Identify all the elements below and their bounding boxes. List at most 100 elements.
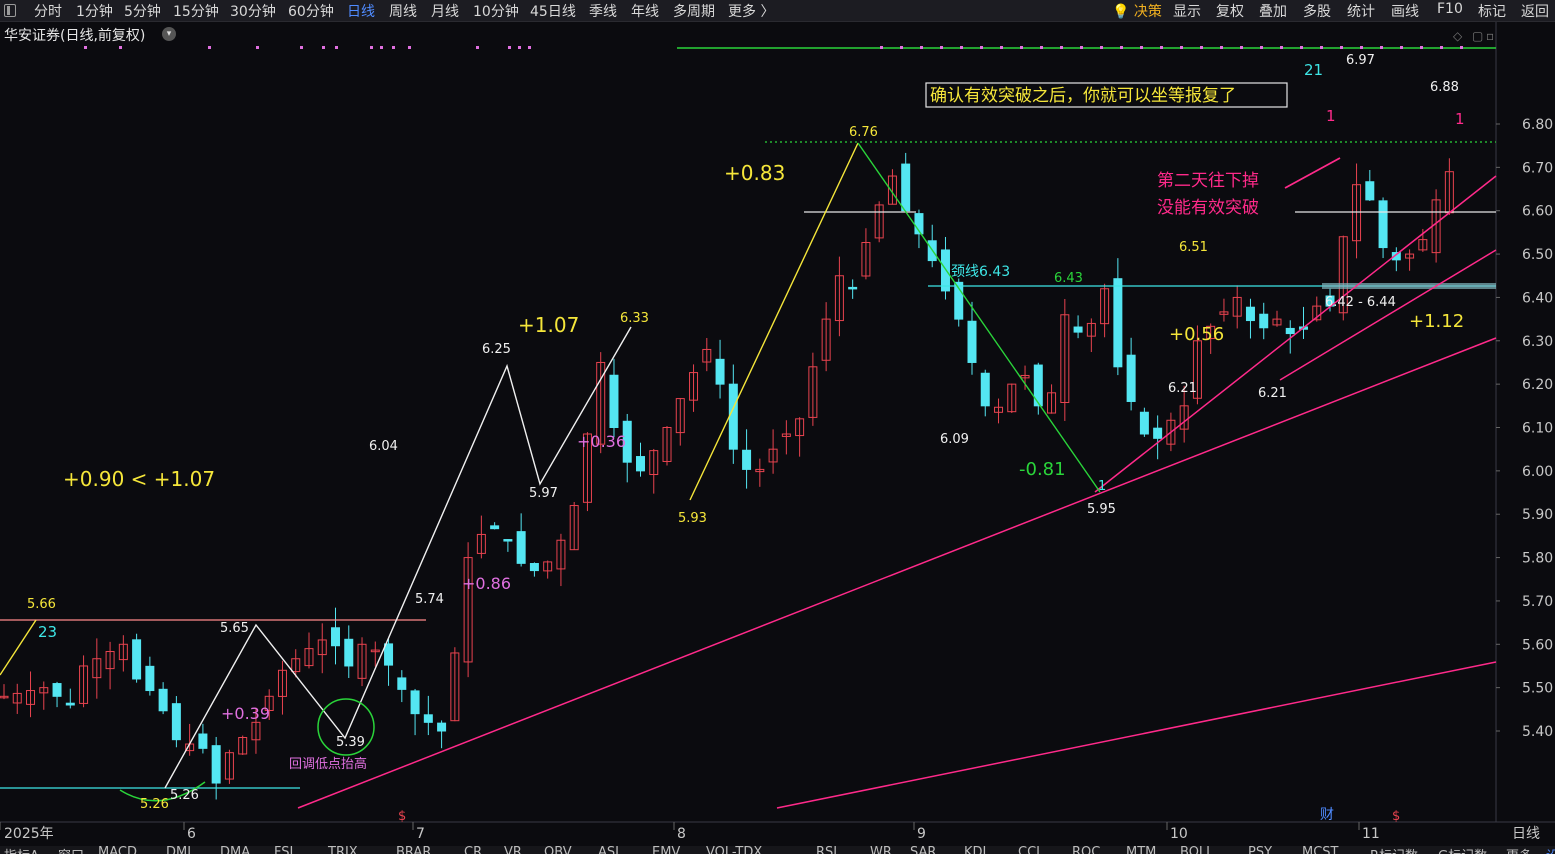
toolbar-btn-8[interactable]: 标记 — [1478, 1, 1506, 21]
candle-body — [940, 249, 950, 292]
price-label-1: 6.70 — [1522, 160, 1553, 176]
toolbar-btn-7[interactable]: F10 — [1437, 1, 1463, 17]
candle-body — [1153, 427, 1163, 439]
price-label-11: 5.70 — [1522, 594, 1553, 610]
toolbar-btn-5[interactable]: 统计 — [1347, 1, 1375, 21]
indicator-tab-6[interactable]: TRIX — [328, 846, 358, 854]
signal-dot-5 — [322, 46, 325, 49]
indicator-tab-4[interactable]: DMA — [220, 846, 250, 854]
indicator-tab-24[interactable]: R标记数 — [1370, 846, 1418, 854]
indicator-tab-1[interactable]: 窗口 — [58, 846, 84, 854]
indicator-tab-9[interactable]: VR — [504, 846, 522, 854]
indicator-tab-12[interactable]: EMV — [652, 846, 680, 854]
indicator-tab-13[interactable]: VOL-TDX — [706, 846, 762, 854]
window-icon[interactable] — [4, 4, 16, 17]
juece-button[interactable]: 💡 决策 — [1112, 1, 1162, 21]
candle-body — [132, 639, 142, 680]
candle-body — [1285, 327, 1295, 335]
indicator-tab-16[interactable]: SAR — [910, 846, 936, 854]
price-label-10: 5.80 — [1522, 551, 1553, 567]
toolbar-btn-1[interactable]: 显示 — [1173, 1, 1201, 21]
gain-label-6: +1.12 — [1409, 311, 1464, 332]
indicator-tab-5[interactable]: FSL — [274, 846, 297, 854]
period-tab-13[interactable]: 多周期 — [673, 1, 715, 21]
period-tab-4[interactable]: 30分钟 — [230, 1, 276, 21]
zone-label: 6.42 - 6.44 — [1325, 295, 1396, 310]
period-tab-12[interactable]: 年线 — [631, 1, 659, 21]
period-toolbar: 分时 1分钟 5分钟 15分钟 30分钟 60分钟 日线 周线 月线 10分钟 45日线 季线 年线 多周… — [0, 0, 1555, 22]
indicator-tab-7[interactable]: BRAR — [396, 846, 431, 854]
signal-dot-4 — [300, 46, 303, 49]
toolbar-btn-3[interactable]: 叠加 — [1259, 1, 1287, 21]
indicator-tab-10[interactable]: OBV — [544, 846, 572, 854]
candle-body — [331, 627, 341, 647]
toolbar-btn-4[interactable]: 多股 — [1303, 1, 1331, 21]
indicator-tab-3[interactable]: DMI — [166, 846, 191, 854]
price-point-17: 5.39 — [336, 735, 365, 750]
indicator-tab-11[interactable]: ASI — [598, 846, 619, 854]
period-tab-8[interactable]: 月线 — [431, 1, 459, 21]
signal-dot-b10 — [1080, 46, 1083, 49]
period-tab-2[interactable]: 5分钟 — [124, 1, 161, 21]
indicator-tab-25[interactable]: G标记数 — [1438, 846, 1487, 854]
candle-body — [967, 320, 977, 363]
price-label-14: 5.40 — [1522, 724, 1553, 740]
period-tab-1[interactable]: 1分钟 — [76, 1, 113, 21]
indicator-tab-15[interactable]: WR — [870, 846, 892, 854]
indicator-tab-0[interactable]: 指标A — [4, 846, 39, 854]
indicator-tab-26[interactable]: 更多 — [1506, 846, 1532, 854]
indicator-tab-2[interactable]: MACD — [98, 846, 137, 854]
signal-dot-b3 — [940, 46, 943, 49]
period-tab-0[interactable]: 分时 — [34, 1, 62, 21]
period-tab-14[interactable]: 更多 〉 — [728, 1, 774, 21]
indicator-tab-21[interactable]: BOLL — [1180, 846, 1213, 854]
stock-title[interactable]: 华安证券(日线,前复权) — [4, 25, 145, 45]
signal-dot-b19 — [1260, 46, 1263, 49]
chevron-down-icon[interactable]: ▾ — [162, 27, 176, 41]
candle-body — [171, 703, 181, 741]
indicator-tab-22[interactable]: PSY — [1248, 846, 1272, 854]
candle — [1139, 407, 1149, 437]
indicator-tab-20[interactable]: MTM — [1126, 846, 1156, 854]
period-tab-5[interactable]: 60分钟 — [288, 1, 334, 21]
date-label-4: 9 — [917, 826, 926, 842]
price-point-9: 6.09 — [940, 432, 969, 447]
toolbar-btn-6[interactable]: 画线 — [1391, 1, 1419, 21]
indicator-tab-8[interactable]: CR — [464, 846, 482, 854]
price-point-18: 5.26 — [140, 797, 169, 812]
period-tab-10[interactable]: 45日线 — [530, 1, 576, 21]
signal-dot-12 — [508, 46, 511, 49]
signal-dot-b29 — [1460, 46, 1463, 49]
indicator-tab-23[interactable]: MCST — [1302, 846, 1339, 854]
candle-body — [384, 643, 394, 666]
signal-marker-2: $ — [1392, 809, 1400, 824]
indicator-tab-17[interactable]: KDJ — [964, 846, 986, 854]
signal-dot-b23 — [1340, 46, 1343, 49]
gain-label-3: +0.86 — [462, 574, 511, 593]
price-point-0: 6.97 — [1346, 53, 1375, 68]
indicator-tab-18[interactable]: CCI — [1018, 846, 1040, 854]
period-tab-6[interactable]: 日线 — [347, 1, 375, 21]
signal-dot-b6 — [1000, 46, 1003, 49]
price-label-8: 6.00 — [1522, 464, 1553, 480]
toolbar-btn-9[interactable]: 返回 — [1521, 1, 1549, 21]
candle-body — [1139, 411, 1149, 435]
period-tab-9[interactable]: 10分钟 — [473, 1, 519, 21]
indicator-tab-14[interactable]: RSI — [816, 846, 837, 854]
signal-dot-b5 — [980, 46, 983, 49]
close-panel-icon: ▫ — [1486, 29, 1494, 43]
price-label-12: 5.60 — [1522, 637, 1553, 653]
count-label-2: 1 — [1326, 107, 1336, 125]
period-tab-7[interactable]: 周线 — [389, 1, 417, 21]
signal-dot-b20 — [1280, 46, 1283, 49]
signal-dot-b25 — [1380, 46, 1383, 49]
price-label-2: 6.60 — [1522, 204, 1553, 220]
period-tab-3[interactable]: 15分钟 — [173, 1, 219, 21]
price-point-10: 6.04 — [369, 439, 398, 454]
period-tab-11[interactable]: 季线 — [589, 1, 617, 21]
indicator-tab-19[interactable]: ROC — [1072, 846, 1100, 854]
signal-dot-b26 — [1400, 46, 1403, 49]
toolbar-btn-2[interactable]: 复权 — [1216, 1, 1244, 21]
indicator-tab-27[interactable]: 设置 — [1546, 846, 1555, 854]
kline-chart[interactable]: 6.80 6.70 6.60 6.50 6.40 6.30 6.20 6.10 6.00 5.90… — [0, 22, 1555, 846]
